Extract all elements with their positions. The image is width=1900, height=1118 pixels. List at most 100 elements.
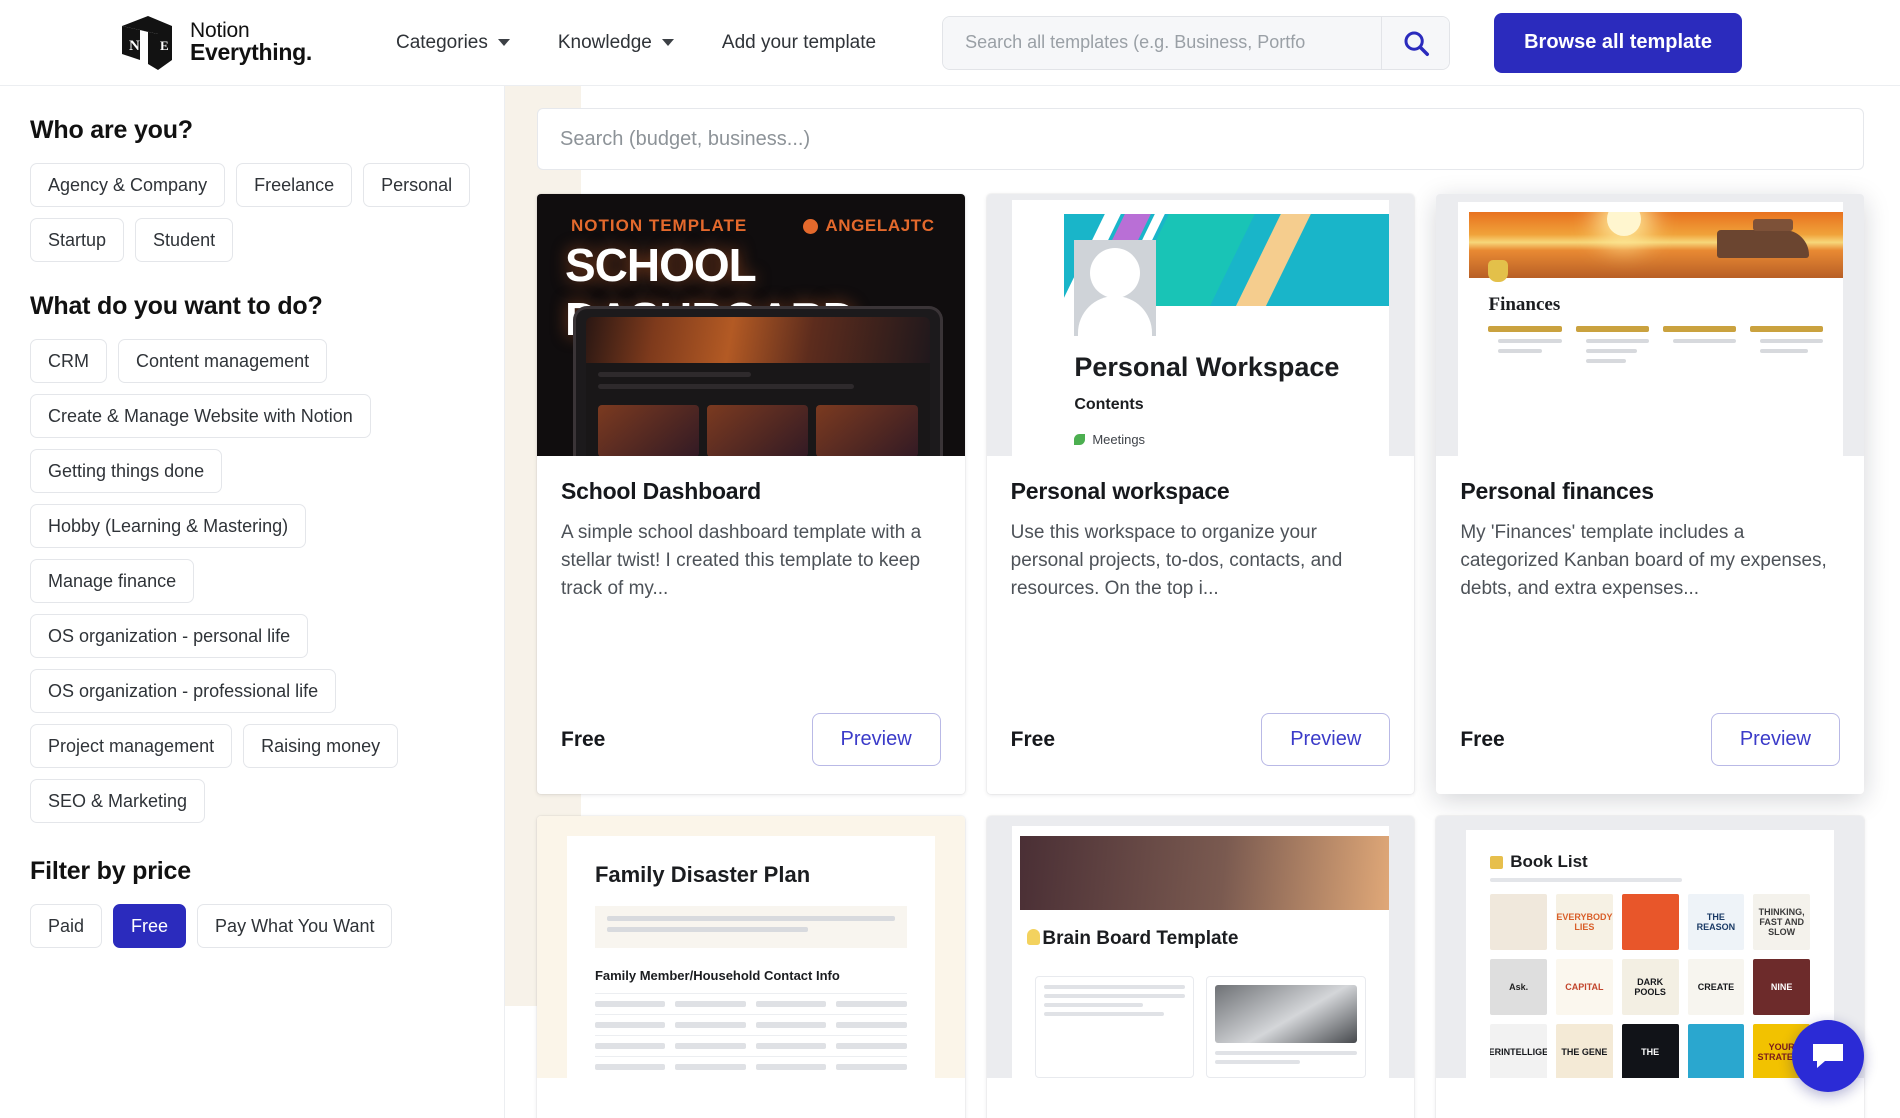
chip-personal[interactable]: Personal [363, 163, 471, 207]
book-cover: DARK POOLS [1621, 959, 1679, 1015]
book-cover [1621, 894, 1679, 950]
template-thumbnail: Family Disaster Plan Family Member/House… [537, 816, 965, 1078]
thumb-columns [1488, 326, 1824, 369]
preview-button[interactable]: Preview [1261, 713, 1391, 766]
chip-crm[interactable]: CRM [30, 339, 107, 383]
money-bag-icon [1488, 260, 1509, 282]
screen-tiles [586, 405, 930, 456]
chip-raising-money[interactable]: Raising money [243, 724, 399, 768]
thumb-cards [1034, 976, 1367, 1078]
header-search-button[interactable] [1381, 16, 1450, 69]
template-results: NOTION TEMPLATE ANGELAJTC SCHOOL DASHBOA… [505, 86, 1900, 1118]
chat-widget-button[interactable] [1792, 1020, 1864, 1092]
thumb-callout [594, 906, 907, 948]
who-are-you-heading: Who are you? [30, 116, 193, 144]
nav-item-categories[interactable]: Categories [372, 22, 534, 64]
chip-project-management[interactable]: Project management [30, 724, 233, 768]
thumb-page: Family Disaster Plan Family Member/House… [566, 836, 935, 1078]
yacht-shape [1717, 219, 1809, 258]
chip-agency-company[interactable]: Agency & Company [30, 163, 226, 207]
thumb-page: Finances [1457, 202, 1843, 456]
chip-student[interactable]: Student [135, 218, 234, 262]
template-price: Free [1460, 727, 1505, 751]
chip-seo-marketing[interactable]: SEO & Marketing [30, 779, 206, 823]
nav-item-knowledge[interactable]: Knowledge [534, 22, 698, 64]
book-cover: SUPERINTELLIGENCE [1490, 1024, 1548, 1078]
chip-freelance[interactable]: Freelance [236, 163, 353, 207]
book-cover [1687, 1024, 1745, 1078]
thumb-heading: Contents [1074, 396, 1144, 413]
chip-os-personal-life[interactable]: OS organization - personal life [30, 614, 309, 658]
site-header: N E Notion Everything. Categories Knowle… [0, 0, 1900, 86]
school-dashboard-thumb-art: NOTION TEMPLATE ANGELAJTC SCHOOL DASHBOA… [537, 194, 965, 456]
thumb-title: Book List [1510, 852, 1588, 871]
book-cover: THE [1621, 1024, 1679, 1078]
chip-manage-finance[interactable]: Manage finance [30, 559, 195, 603]
template-card[interactable]: Personal Workspace Contents Meetings Per… [986, 194, 1415, 794]
template-thumbnail: Brain Board Template [986, 816, 1415, 1078]
thumb-title: Brain Board Template [1042, 928, 1239, 949]
leaf-icon [1074, 434, 1086, 445]
template-card-footer: Free Preview [987, 713, 1415, 794]
template-thumbnail: Personal Workspace Contents Meetings [986, 194, 1415, 456]
book-cover: THE REASON [1687, 894, 1745, 950]
template-title: Personal workspace [1010, 478, 1230, 504]
filters-sidebar: Who are you? Agency & Company Freelance … [0, 86, 505, 1118]
book-cover-grid: EVERYBODY LIES THE REASON THINKING, FAST A… [1490, 894, 1811, 1078]
chip-hobby[interactable]: Hobby (Learning & Mastering) [30, 504, 307, 548]
who-are-you-chips: Agency & Company Freelance Personal Star… [30, 163, 474, 262]
template-title: Personal finances [1460, 478, 1654, 504]
personal-finances-thumb-art: Finances [1436, 194, 1864, 456]
portrait-photo [1215, 985, 1358, 1043]
book-cover: EVERYBODY LIES [1556, 894, 1613, 950]
chip-create-manage-website[interactable]: Create & Manage Website with Notion [30, 394, 371, 438]
preview-button[interactable]: Preview [1710, 713, 1840, 766]
chip-price-free[interactable]: Free [113, 904, 187, 948]
template-card[interactable]: NOTION TEMPLATE ANGELAJTC SCHOOL DASHBOA… [537, 194, 965, 794]
sunset-photo [1469, 212, 1843, 278]
brand-wordmark: Notion Everything. [190, 20, 312, 65]
chip-content-management[interactable]: Content management [118, 339, 328, 383]
template-card-body: School Dashboard A simple school dashboa… [537, 456, 965, 713]
template-card-footer: Free Preview [537, 713, 965, 794]
book-cover: CAPITAL [1556, 959, 1613, 1015]
brand-logo[interactable]: N E Notion Everything. [118, 14, 312, 72]
chip-os-professional-life[interactable]: OS organization - professional life [30, 669, 337, 713]
template-price: Free [1010, 727, 1056, 751]
avatar [1074, 240, 1157, 336]
nebula-banner [586, 317, 930, 363]
template-card-body: Personal workspace Use this workspace to… [987, 456, 1415, 713]
thumb-handle-label: ANGELAJTC [825, 216, 935, 235]
nav-item-label: Knowledge [557, 31, 652, 53]
brand-line-2: Everything. [190, 39, 312, 66]
svg-text:N: N [129, 38, 140, 54]
preview-button[interactable]: Preview [811, 713, 941, 766]
thumb-title: Finances [1488, 294, 1561, 315]
browse-all-templates-button[interactable]: Browse all template [1494, 12, 1742, 73]
template-title: School Dashboard [561, 478, 761, 504]
chip-price-pay-what-you-want[interactable]: Pay What You Want [197, 904, 393, 948]
filter-by-price-heading: Filter by price [30, 857, 191, 885]
book-cover: Ask. [1490, 959, 1548, 1015]
chip-startup[interactable]: Startup [30, 218, 125, 262]
template-description: A simple school dashboard template with … [561, 522, 922, 600]
nav-item-label: Add your template [721, 31, 877, 53]
template-card[interactable]: Brain Board Template [986, 816, 1415, 1118]
what-do-you-want-heading: What do you want to do? [30, 292, 323, 320]
chip-getting-things-done[interactable]: Getting things done [30, 449, 223, 493]
template-card[interactable]: Finances Personal finances My 'Finances' [1436, 194, 1864, 794]
template-thumbnail: Finances [1436, 194, 1864, 456]
results-search-input[interactable] [537, 108, 1864, 170]
chip-price-paid[interactable]: Paid [30, 904, 103, 948]
search-icon [1404, 31, 1429, 56]
thumb-subtitle-bar [1490, 878, 1683, 882]
header-search-input[interactable] [943, 16, 1382, 69]
nav-item-add-your-template[interactable]: Add your template [698, 22, 900, 64]
thumb-list-item-label: Meetings [1092, 432, 1146, 447]
template-description: Use this workspace to organize your pers… [1010, 522, 1343, 600]
thumb-title: Personal Workspace [1074, 352, 1340, 382]
laptop-screen [586, 317, 930, 456]
header-search[interactable] [942, 15, 1451, 70]
template-card[interactable]: Family Disaster Plan Family Member/House… [537, 816, 965, 1118]
notion-everything-logo-icon: N E [118, 14, 176, 72]
